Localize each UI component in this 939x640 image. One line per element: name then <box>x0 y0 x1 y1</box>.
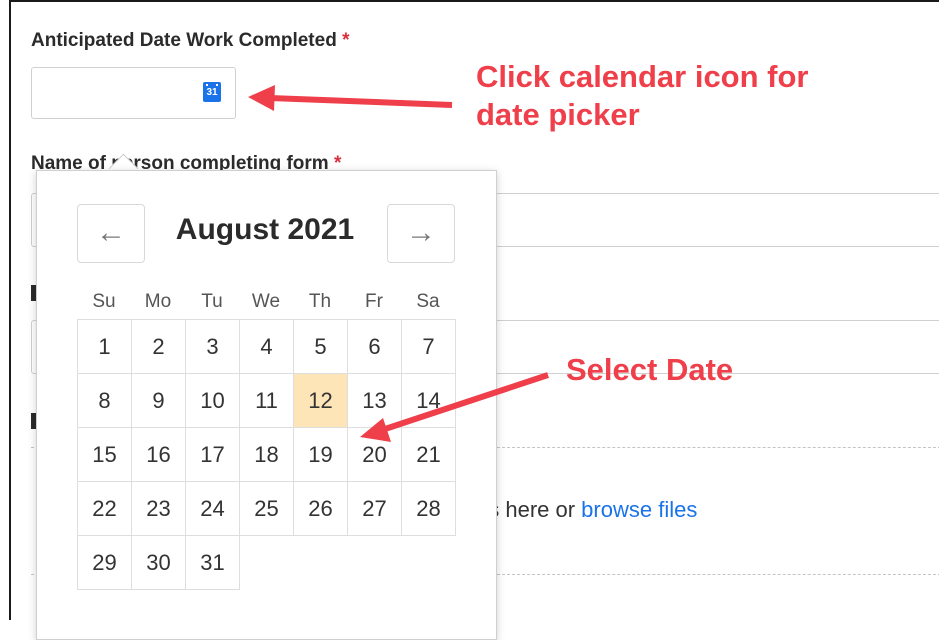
month-year-title: August 2021 <box>175 213 355 246</box>
drop-zone-text: es here or browse files <box>476 497 697 523</box>
day-cell[interactable]: 30 <box>131 535 186 590</box>
day-cell[interactable]: 4 <box>239 319 294 374</box>
calendar-icon[interactable]: 31 <box>203 82 221 102</box>
day-cell[interactable]: 7 <box>401 319 456 374</box>
calendar-hint-line-2: date picker <box>476 97 640 132</box>
weekday-label: Mo <box>144 291 172 312</box>
day-cell[interactable]: 24 <box>185 481 240 536</box>
day-cell[interactable]: 13 <box>347 373 402 428</box>
day-cell[interactable]: 20 <box>347 427 402 482</box>
day-cell[interactable]: 28 <box>401 481 456 536</box>
day-cell-highlighted[interactable]: 12 <box>293 373 348 428</box>
weekday-label: Th <box>308 291 332 312</box>
arrow-left-icon: ← <box>96 216 126 249</box>
day-cell[interactable]: 5 <box>293 319 348 374</box>
calendar-icon-day: 31 <box>206 87 218 98</box>
day-cell[interactable]: 1 <box>77 319 132 374</box>
day-cell[interactable]: 6 <box>347 319 402 374</box>
day-cell[interactable]: 21 <box>401 427 456 482</box>
day-cell[interactable]: 2 <box>131 319 186 374</box>
frame-top-edge <box>9 0 939 2</box>
day-cell[interactable]: 23 <box>131 481 186 536</box>
arrow-right-icon: → <box>406 216 436 249</box>
calendar-hint-annotation: Click calendar icon for date picker <box>476 58 809 134</box>
next-month-button[interactable]: → <box>387 204 455 263</box>
day-cell[interactable]: 17 <box>185 427 240 482</box>
day-cell[interactable]: 3 <box>185 319 240 374</box>
day-cell[interactable]: 9 <box>131 373 186 428</box>
calendar-hint-line-1: Click calendar icon for <box>476 59 809 94</box>
day-cell[interactable]: 15 <box>77 427 132 482</box>
date-input[interactable]: 31 <box>31 67 236 119</box>
day-cell[interactable]: 18 <box>239 427 294 482</box>
weekday-label: Fr <box>365 291 383 312</box>
day-cell[interactable]: 31 <box>185 535 240 590</box>
day-cell[interactable]: 16 <box>131 427 186 482</box>
day-cell[interactable]: 22 <box>77 481 132 536</box>
date-field-label: Anticipated Date Work Completed * <box>31 30 350 52</box>
weekday-label: Tu <box>201 291 223 312</box>
date-picker-popup: ← August 2021 → Su Mo Tu We Th Fr Sa 1 2… <box>36 170 497 640</box>
date-field-label-text: Anticipated Date Work Completed <box>31 30 337 51</box>
weekday-label: We <box>251 291 281 312</box>
day-cell[interactable]: 29 <box>77 535 132 590</box>
day-cell[interactable]: 11 <box>239 373 294 428</box>
day-cell[interactable]: 27 <box>347 481 402 536</box>
day-cell[interactable]: 25 <box>239 481 294 536</box>
day-cell[interactable]: 26 <box>293 481 348 536</box>
day-cell[interactable]: 19 <box>293 427 348 482</box>
frame-left-edge <box>9 0 11 620</box>
weekday-label: Sa <box>416 291 440 312</box>
weekday-label: Su <box>92 291 116 312</box>
day-cell[interactable]: 8 <box>77 373 132 428</box>
day-cell[interactable]: 14 <box>401 373 456 428</box>
prev-month-button[interactable]: ← <box>77 204 145 263</box>
required-asterisk: * <box>342 30 350 51</box>
select-date-annotation: Select Date <box>566 352 734 387</box>
day-cell[interactable]: 10 <box>185 373 240 428</box>
browse-files-link[interactable]: browse files <box>581 497 697 522</box>
